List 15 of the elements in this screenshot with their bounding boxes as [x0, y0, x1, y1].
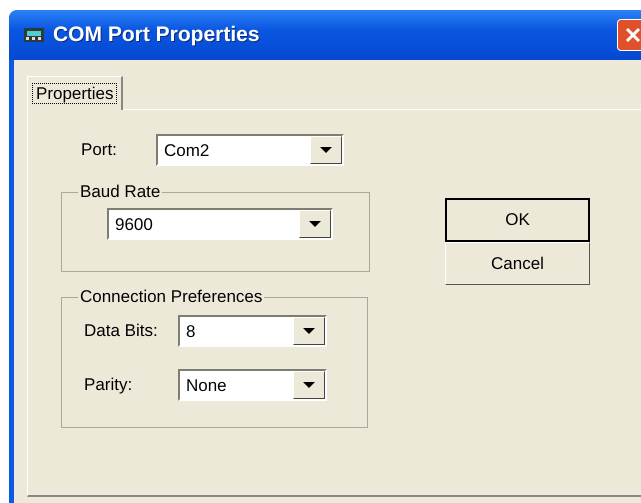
dropdown[interactable]: None	[178, 369, 327, 401]
cancel-button[interactable]: Cancel	[445, 242, 590, 285]
close-button[interactable]	[617, 19, 641, 51]
app-icon	[23, 26, 45, 44]
port-label: Port:	[80, 140, 118, 160]
port-dropdown[interactable]: Com2	[156, 134, 344, 166]
group-title: Baud Rate	[79, 182, 162, 202]
field-label: Data Bits:	[83, 321, 159, 341]
window-title: COM Port Properties	[53, 23, 260, 47]
properties-tab[interactable]: Properties	[27, 76, 124, 110]
baud-rate-dropdown[interactable]: 9600	[107, 208, 333, 240]
group-title: Connection Preferences	[79, 287, 264, 307]
ok-button[interactable]: OK	[445, 198, 590, 242]
field-label: Parity:	[83, 375, 134, 395]
dropdown[interactable]: 8	[178, 315, 327, 347]
